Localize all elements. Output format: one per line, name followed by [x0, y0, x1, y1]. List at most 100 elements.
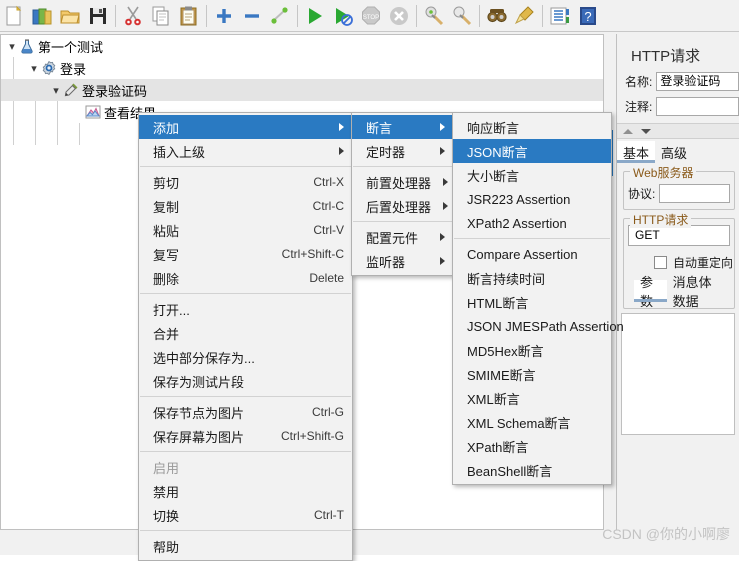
chevron-down-icon[interactable]: ▾: [5, 40, 19, 53]
function-helper-icon[interactable]: [546, 2, 574, 30]
open-icon[interactable]: [56, 2, 84, 30]
add-menu-item[interactable]: 配置元件: [352, 225, 453, 249]
assertion-menu-item[interactable]: JSON JMESPath Assertion: [453, 314, 624, 338]
expand-all-icon[interactable]: [210, 2, 238, 30]
context-menu-item[interactable]: 复写 Ctrl+Shift-C: [139, 242, 352, 266]
sub-tab-parameters[interactable]: 参数: [634, 275, 667, 309]
assertion-submenu[interactable]: 响应断言 JSON断言 大小断言 JSR223 Assertion XPath2 Ass…: [452, 112, 624, 485]
auto-redirect-label: 自动重定向: [673, 256, 734, 270]
shutdown-icon[interactable]: [385, 2, 413, 30]
tree-context-menu[interactable]: 添加插入上级剪切 Ctrl-X 复制 Ctrl-C 粘贴 Ctrl-V 复写 Ctrl+Shi…: [138, 112, 353, 561]
menu-item-accelerator: Ctrl-V: [313, 223, 344, 237]
context-menu-item[interactable]: 打开...: [139, 297, 352, 321]
clear-icon[interactable]: [420, 2, 448, 30]
add-menu-item[interactable]: 定时器: [352, 139, 453, 163]
search-icon[interactable]: [483, 2, 511, 30]
context-menu-item[interactable]: 添加: [139, 115, 352, 139]
http-method-select[interactable]: GET: [628, 225, 730, 246]
context-menu-item[interactable]: 插入上级: [139, 139, 352, 163]
context-menu-item[interactable]: 复制 Ctrl-C: [139, 194, 352, 218]
tab-basic[interactable]: 基本: [617, 141, 656, 163]
auto-redirect-checkbox[interactable]: [654, 256, 667, 269]
protocol-input[interactable]: [659, 184, 730, 203]
submenu-arrow-icon: [339, 147, 344, 155]
menu-item-label: 断言持续时间: [467, 271, 546, 287]
assertion-menu-item[interactable]: XML断言: [453, 386, 611, 410]
menu-item-accelerator: Ctrl-G: [312, 405, 344, 419]
new-icon[interactable]: [0, 2, 28, 30]
collapse-all-icon[interactable]: [238, 2, 266, 30]
menu-item-label: MD5Hex断言: [467, 343, 544, 359]
context-menu-item[interactable]: 选中部分保存为...: [139, 345, 352, 369]
menu-separator: [353, 221, 452, 222]
cut-icon[interactable]: [119, 2, 147, 30]
assertion-menu-item[interactable]: MD5Hex断言: [453, 338, 611, 362]
toggle-icon[interactable]: [266, 2, 294, 30]
templates-icon[interactable]: [28, 2, 56, 30]
assertion-menu-item[interactable]: 响应断言: [453, 115, 611, 139]
menu-item-label: 配置元件: [366, 230, 419, 246]
tab-advanced[interactable]: 高级: [655, 141, 693, 163]
main-content-area: ▾ 第一个测试 ▾ 登录 ▾ 登录验证码 查看结果 HTTP请求 名称: 登录验…: [0, 32, 739, 561]
tree-node-test-plan[interactable]: ▾ 第一个测试: [1, 35, 603, 57]
assertion-menu-item[interactable]: XPath2 Assertion: [453, 211, 611, 235]
save-icon[interactable]: [84, 2, 112, 30]
assertion-menu-item[interactable]: SMIME断言: [453, 362, 611, 386]
menu-item-label: 合并: [153, 326, 180, 342]
assertion-menu-item[interactable]: HTML断言: [453, 290, 611, 314]
parameters-table-area[interactable]: [621, 313, 735, 435]
add-menu-item[interactable]: 前置处理器: [352, 170, 453, 194]
sub-tab-body-data[interactable]: 消息体数据: [667, 275, 730, 309]
tree-node-thread-group[interactable]: ▾ 登录: [1, 57, 603, 79]
chevron-down-icon[interactable]: ▾: [49, 84, 63, 97]
assertion-menu-item[interactable]: 断言持续时间: [453, 266, 611, 290]
context-menu-item[interactable]: 删除 Delete: [139, 266, 352, 290]
assertion-menu-item[interactable]: Compare Assertion: [453, 242, 611, 266]
context-menu-item[interactable]: 剪切 Ctrl-X: [139, 170, 352, 194]
reset-search-icon[interactable]: [511, 2, 539, 30]
help-icon[interactable]: ?: [574, 2, 602, 30]
context-menu-item[interactable]: 切换 Ctrl-T: [139, 503, 352, 527]
scroll-up-icon[interactable]: [623, 128, 633, 134]
copy-icon[interactable]: [147, 2, 175, 30]
context-menu-item[interactable]: 保存屏幕为图片 Ctrl+Shift-G: [139, 424, 352, 448]
view-results-icon: [85, 105, 101, 119]
menu-item-label: 监听器: [366, 254, 406, 270]
context-menu-item[interactable]: 禁用: [139, 479, 352, 503]
menu-item-label: 粘贴: [153, 223, 180, 239]
menu-item-label: 添加: [153, 120, 180, 136]
protocol-label: 协议:: [628, 187, 656, 201]
context-menu-item[interactable]: 粘贴 Ctrl-V: [139, 218, 352, 242]
context-menu-item[interactable]: 合并: [139, 321, 352, 345]
context-menu-item[interactable]: 保存为测试片段: [139, 369, 352, 393]
assertion-menu-item[interactable]: 大小断言: [453, 163, 611, 187]
request-sub-tabs: 参数 消息体数据: [634, 275, 730, 309]
add-menu-item[interactable]: 断言: [352, 115, 453, 139]
context-menu-item[interactable]: 帮助: [139, 534, 352, 558]
comment-input[interactable]: [656, 97, 739, 116]
context-menu-item[interactable]: 保存节点为图片 Ctrl-G: [139, 400, 352, 424]
start-icon[interactable]: [301, 2, 329, 30]
assertion-menu-item[interactable]: BeanShell断言: [453, 458, 611, 482]
add-submenu[interactable]: 断言 定时器前置处理器后置处理器配置元件监听器: [351, 112, 454, 276]
menu-item-label: XML Schema断言: [467, 415, 571, 431]
protocol-field-row: 协议:: [628, 178, 730, 203]
add-menu-item[interactable]: 监听器: [352, 249, 453, 273]
paste-icon[interactable]: [175, 2, 203, 30]
clear-all-icon[interactable]: [448, 2, 476, 30]
menu-item-label: 后置处理器: [366, 199, 432, 215]
assertion-menu-item[interactable]: XML Schema断言: [453, 410, 611, 434]
chevron-down-icon[interactable]: ▾: [27, 62, 41, 75]
toolbar-separator: [479, 4, 480, 27]
menu-item-accelerator: Ctrl-T: [314, 508, 344, 522]
assertion-menu-item[interactable]: JSON断言: [453, 139, 611, 163]
submenu-arrow-icon: [440, 233, 445, 241]
assertion-menu-item[interactable]: XPath断言: [453, 434, 611, 458]
assertion-menu-item[interactable]: JSR223 Assertion: [453, 187, 611, 211]
stop-icon[interactable]: STOP: [357, 2, 385, 30]
add-menu-item[interactable]: 后置处理器: [352, 194, 453, 218]
start-no-timers-icon[interactable]: [329, 2, 357, 30]
name-input[interactable]: 登录验证码: [656, 72, 739, 91]
scroll-down-icon[interactable]: [641, 128, 651, 134]
tree-node-http-sampler[interactable]: ▾ 登录验证码: [1, 79, 603, 101]
